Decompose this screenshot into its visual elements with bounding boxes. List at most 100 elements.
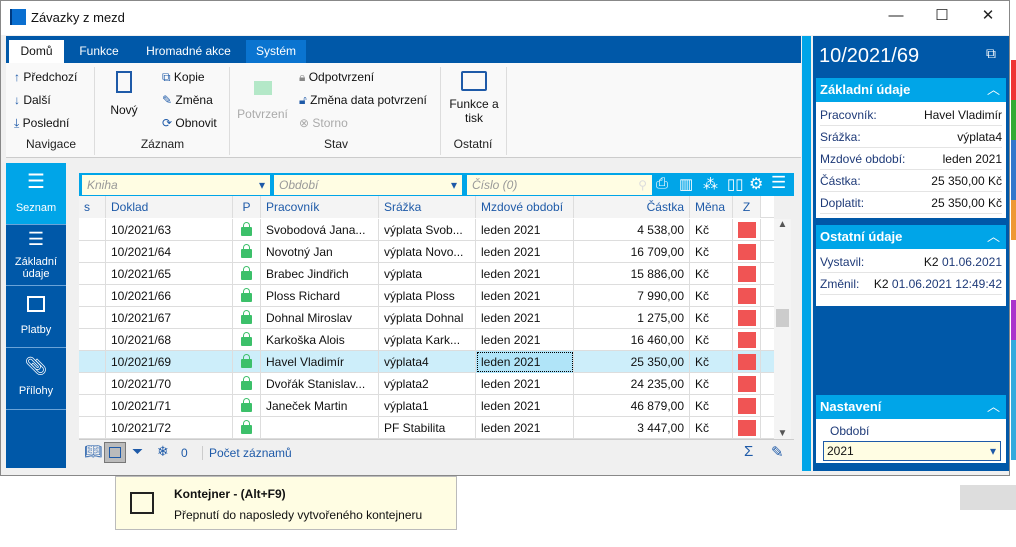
maximize-button[interactable]: ☐ (919, 1, 965, 31)
nav-prilohy[interactable]: 📎︎ Přílohy (6, 348, 66, 410)
cislo-search[interactable]: Číslo (0) ⚲ (467, 175, 652, 195)
tab-hromadne-akce[interactable]: Hromadné akce (136, 40, 241, 63)
change-date-button[interactable]: 🔓︎ Změna data potvrzení (299, 93, 427, 108)
open-external-icon[interactable]: ⧉ (986, 45, 996, 62)
cell: 7 990,00 (574, 285, 690, 307)
cell: Kč (690, 395, 733, 417)
status-badge (738, 288, 756, 304)
chevron-up-icon[interactable]: ︿ (987, 395, 1000, 419)
cell: 10/2021/63 (106, 219, 233, 241)
lock-icon (241, 332, 252, 346)
column-header[interactable]: s (79, 196, 106, 218)
table-row[interactable]: 10/2021/70 Dvořák Stanislav... výplata2 led… (79, 373, 774, 395)
cell: Kč (690, 307, 733, 329)
table-row[interactable]: 10/2021/67 Dohnal Miroslav výplata Dohnal l… (79, 307, 774, 329)
column-header[interactable]: Měna (690, 196, 733, 218)
table-row[interactable]: 10/2021/72 PF Stabilita leden 2021 3 447,00… (79, 417, 774, 439)
obdobi-select[interactable]: 2021 ▾ (823, 441, 1001, 461)
cell: 24 235,00 (574, 373, 690, 395)
section-header-settings[interactable]: Nastavení ︿ (816, 395, 1006, 419)
table-row[interactable]: 10/2021/71 Janeček Martin výplata1 leden 20… (79, 395, 774, 417)
cell: výplata Svob... (379, 219, 476, 241)
kniha-filter[interactable]: Kniha ▾ (82, 175, 270, 195)
filter-icon[interactable]: ⏷ (132, 443, 143, 460)
chevron-up-icon[interactable]: ︿ (987, 78, 1000, 102)
section-header-basic[interactable]: Základní údaje ︿ (816, 78, 1006, 102)
lock-icon (233, 417, 261, 439)
cell: Kč (690, 241, 733, 263)
row-selector (79, 307, 106, 329)
section-header-other[interactable]: Ostatní údaje ︿ (816, 225, 1006, 249)
column-header[interactable]: Srážka (379, 196, 476, 218)
nav-platby[interactable]: Platby (6, 286, 66, 348)
change-button[interactable]: ✎ Změna (162, 93, 213, 107)
group-icon[interactable]: ⁂ (703, 175, 718, 193)
unconfirm-button[interactable]: 🔒︎ Odpotvrzení (299, 70, 374, 85)
detail-title: 10/2021/69 (819, 45, 920, 67)
column-header[interactable]: P (233, 196, 261, 218)
cell: 10/2021/66 (106, 285, 233, 307)
cell: Havel Vladimír (261, 351, 379, 373)
lock-icon (233, 351, 261, 373)
lock-icon (241, 376, 252, 390)
menu-icon[interactable]: ☰ (771, 173, 786, 193)
lock-icon (241, 288, 252, 302)
tab-domu[interactable]: Domů (9, 40, 64, 63)
minimize-button[interactable]: — (873, 1, 919, 31)
close-button[interactable]: ✕ (965, 1, 1011, 31)
container-button[interactable] (104, 442, 126, 463)
table-row[interactable]: 10/2021/63 Svobodová Jana... výplata Svob.… (79, 219, 774, 241)
tab-funkce[interactable]: Funkce (68, 40, 130, 63)
date: 01.06.2021 12:49:42 (891, 277, 1002, 291)
scroll-thumb[interactable] (776, 309, 789, 327)
table-row[interactable]: 10/2021/66 Ploss Richard výplata Ploss lede… (79, 285, 774, 307)
divider (440, 67, 441, 155)
row-selector (79, 241, 106, 263)
next-button[interactable]: ↓ Další (14, 93, 51, 107)
confirm-button[interactable]: Potvrzení (235, 73, 290, 121)
column-header[interactable]: Z (733, 196, 761, 218)
scroll-up-icon[interactable]: ▲ (774, 219, 791, 230)
table-row[interactable]: 10/2021/68 Karkoška Alois výplata Kark... l… (79, 329, 774, 351)
cell: Kč (690, 417, 733, 439)
nav-zakladni-udaje[interactable]: ☰ Základní údaje (6, 225, 66, 286)
table-row[interactable]: 10/2021/69 Havel Vladimír výplata4 leden 20… (79, 351, 774, 373)
print-icon[interactable]: ⎙ (656, 175, 668, 192)
column-header[interactable]: Mzdové období (476, 196, 574, 218)
nav-seznam[interactable]: ☰ Seznam (6, 163, 66, 225)
desktop-decoration (1011, 60, 1016, 460)
refresh-button[interactable]: ⟳ Obnovit (162, 116, 217, 130)
new-button[interactable]: Nový (104, 71, 144, 117)
snowflake-icon[interactable]: ❄ (157, 443, 169, 460)
tab-system[interactable]: Systém (246, 40, 306, 63)
obdobi-filter[interactable]: Období ▾ (274, 175, 462, 195)
lock-closed-icon: 🔒︎ (299, 70, 309, 84)
book-icon[interactable]: 📖︎ (84, 443, 102, 460)
panel-splitter[interactable] (802, 36, 811, 471)
arrow-down-icon: ↓ (14, 93, 24, 107)
chart-icon[interactable]: ▥ (679, 175, 693, 193)
sum-icon[interactable]: Σ (744, 443, 753, 460)
column-header[interactable]: Částka (574, 196, 690, 218)
columns-icon[interactable]: ▯▯ (727, 175, 744, 193)
gear-icon[interactable]: ⚙ (749, 174, 763, 194)
column-header[interactable]: Doklad (106, 196, 233, 218)
previous-button[interactable]: ↑ Předchozí (14, 70, 77, 84)
vertical-scrollbar[interactable]: ▲ ▼ (774, 219, 791, 439)
chevron-up-icon[interactable]: ︿ (987, 225, 1000, 249)
cell: Ploss Richard (261, 285, 379, 307)
table-row[interactable]: 10/2021/64 Novotný Jan výplata Novo... lede… (79, 241, 774, 263)
scroll-down-icon[interactable]: ▼ (774, 428, 791, 439)
last-button[interactable]: ⤓ Poslední (14, 116, 69, 131)
storno-button[interactable]: ⊗ Storno (299, 116, 348, 130)
field-row: Změnil: K2 01.06.2021 12:49:42 (820, 273, 1002, 295)
print-functions-button[interactable]: Funkce a tisk (443, 71, 505, 125)
table-row[interactable]: 10/2021/65 Brabec Jindřich výplata leden 20… (79, 263, 774, 285)
column-header[interactable]: Pracovník (261, 196, 379, 218)
edit-icon[interactable]: ✎ (771, 443, 784, 461)
record-count-button[interactable]: Počet záznamů (202, 446, 292, 460)
cell: výplata Novo... (379, 241, 476, 263)
status-cell (733, 285, 761, 307)
group-label-stav: Stav (323, 137, 348, 151)
copy-button[interactable]: ⧉ Kopie (162, 70, 205, 85)
